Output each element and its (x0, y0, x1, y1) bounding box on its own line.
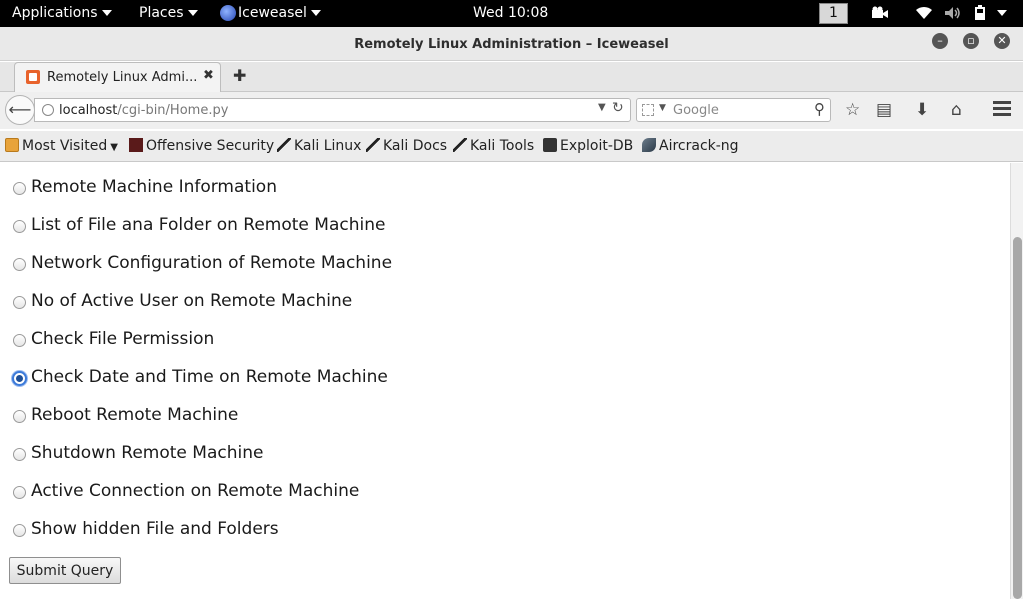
app-menu[interactable]: Iceweasel (220, 0, 321, 27)
page-content: Remote Machine Information List of File … (0, 163, 1010, 599)
option-label[interactable]: Reboot Remote Machine (31, 405, 238, 425)
option-label[interactable]: Check File Permission (31, 329, 214, 349)
option-label[interactable]: Remote Machine Information (31, 177, 277, 197)
clock[interactable]: Wed 10:08 (473, 0, 548, 27)
xampp-favicon-icon (26, 70, 40, 84)
close-window-icon[interactable]: ✕ (994, 33, 1010, 49)
url-path: /cgi-bin/Home.py (117, 103, 229, 118)
chevron-down-icon (101, 10, 112, 16)
radio-button-checked[interactable] (12, 371, 27, 386)
kali-dragon-icon (366, 138, 380, 152)
vertical-scrollbar[interactable] (1010, 163, 1023, 599)
bookmark-offensive-security[interactable]: Offensive Security (129, 138, 274, 154)
option-label[interactable]: Shutdown Remote Machine (31, 443, 263, 463)
url-history-dropdown-icon[interactable]: ▼ (598, 102, 606, 113)
aircrack-icon (642, 138, 656, 152)
bookmark-exploit-db[interactable]: Exploit-DB (543, 138, 633, 154)
kali-dragon-icon (453, 138, 467, 152)
option-label[interactable]: List of File ana Folder on Remote Machin… (31, 215, 385, 235)
chevron-down-icon (310, 10, 321, 16)
option-label[interactable]: Check Date and Time on Remote Machine (31, 367, 388, 387)
places-menu[interactable]: Places (139, 0, 198, 27)
maximize-icon[interactable]: ▫ (963, 33, 979, 49)
scrollbar-thumb[interactable] (1013, 237, 1022, 599)
url-host: localhost (59, 103, 118, 118)
system-menu-chevron-icon[interactable] (997, 0, 1007, 27)
reading-list-icon[interactable]: ▤ (876, 100, 892, 120)
battery-icon[interactable] (974, 0, 986, 27)
back-arrow-icon[interactable]: ⟵ (5, 95, 35, 125)
home-icon[interactable]: ⌂ (951, 100, 962, 120)
bookmark-kali-tools[interactable]: Kali Tools (453, 138, 534, 154)
app-menu-label: Iceweasel (238, 5, 307, 21)
wifi-icon[interactable] (915, 0, 933, 27)
bookmark-star-icon[interactable]: ☆ (845, 100, 860, 120)
hamburger-menu-icon[interactable] (993, 101, 1011, 117)
bookmark-aircrack-ng[interactable]: Aircrack-ng (642, 138, 739, 154)
radio-button[interactable] (13, 448, 26, 461)
bookmarks-toolbar: Most Visited ▼ Offensive Security Kali Li… (0, 131, 1023, 162)
bookmark-most-visited[interactable]: Most Visited ▼ (5, 138, 118, 154)
offsec-icon (129, 138, 143, 152)
applications-menu[interactable]: Applications (12, 0, 112, 27)
globe-icon (42, 104, 54, 116)
radio-button[interactable] (13, 524, 26, 537)
option-label[interactable]: Show hidden File and Folders (31, 519, 279, 539)
reload-icon[interactable]: ↻ (612, 100, 624, 116)
bookmark-kali-linux[interactable]: Kali Linux (277, 138, 361, 154)
tab-close-icon[interactable]: ✖ (203, 68, 214, 83)
chevron-down-icon: ▼ (110, 142, 118, 153)
tab-remotely-linux-admin[interactable]: Remotely Linux Admi... ✖ (14, 62, 221, 92)
download-arrow-icon[interactable]: ⬇ (915, 100, 929, 120)
option-label[interactable]: Active Connection on Remote Machine (31, 481, 359, 501)
url-bar[interactable]: localhost/cgi-bin/Home.py ▼ ↻ (34, 98, 631, 122)
exploit-db-icon (543, 138, 557, 152)
tab-strip: Remotely Linux Admi... ✖ ✚ (0, 62, 1023, 92)
url-text[interactable]: localhost/cgi-bin/Home.py (59, 103, 228, 118)
bookmark-label: Kali Linux (294, 138, 362, 154)
radio-button[interactable] (13, 410, 26, 423)
bookmark-label: Kali Docs (383, 138, 448, 154)
kali-dragon-icon (277, 138, 291, 152)
folder-icon (5, 138, 19, 152)
search-engine-dropdown-icon[interactable]: ▼ (659, 103, 666, 113)
gnome-top-bar: Applications Places Iceweasel Wed 10:08 … (0, 0, 1023, 27)
radio-button[interactable] (13, 296, 26, 309)
radio-button[interactable] (13, 220, 26, 233)
radio-button[interactable] (13, 334, 26, 347)
iceweasel-icon (220, 5, 236, 21)
option-label[interactable]: Network Configuration of Remote Machine (31, 253, 392, 273)
radio-button[interactable] (13, 258, 26, 271)
submit-query-button[interactable]: Submit Query (9, 557, 121, 584)
chevron-down-icon (187, 10, 198, 16)
places-menu-label: Places (139, 5, 184, 21)
tab-title: Remotely Linux Admi... (47, 70, 198, 85)
radio-button[interactable] (13, 486, 26, 499)
new-tab-plus-icon[interactable]: ✚ (233, 66, 246, 85)
option-label[interactable]: No of Active User on Remote Machine (31, 291, 352, 311)
applications-menu-label: Applications (12, 5, 98, 21)
window-title-bar: Remotely Linux Administration – Icewease… (0, 27, 1023, 61)
search-engine-icon[interactable] (642, 104, 654, 116)
bookmark-label: Kali Tools (470, 138, 535, 154)
search-bar[interactable]: ▼ Google ⚲ (636, 98, 831, 122)
bookmark-label: Aircrack-ng (659, 138, 739, 154)
window-title: Remotely Linux Administration – Icewease… (354, 37, 669, 52)
bookmark-label: Offensive Security (146, 138, 275, 154)
minimize-icon[interactable]: – (932, 33, 948, 49)
radio-button[interactable] (13, 182, 26, 195)
navigation-toolbar: localhost/cgi-bin/Home.py ▼ ↻ ⟵ ▼ Google… (0, 92, 1023, 129)
workspace-indicator[interactable]: 1 (819, 3, 848, 24)
video-camera-icon[interactable] (871, 0, 889, 27)
search-placeholder[interactable]: Google (673, 103, 719, 118)
bookmark-label: Exploit-DB (560, 138, 634, 154)
volume-icon[interactable] (944, 0, 962, 27)
bookmark-kali-docs[interactable]: Kali Docs (366, 138, 447, 154)
search-magnifier-icon[interactable]: ⚲ (814, 100, 825, 118)
bookmark-label: Most Visited (22, 138, 108, 154)
